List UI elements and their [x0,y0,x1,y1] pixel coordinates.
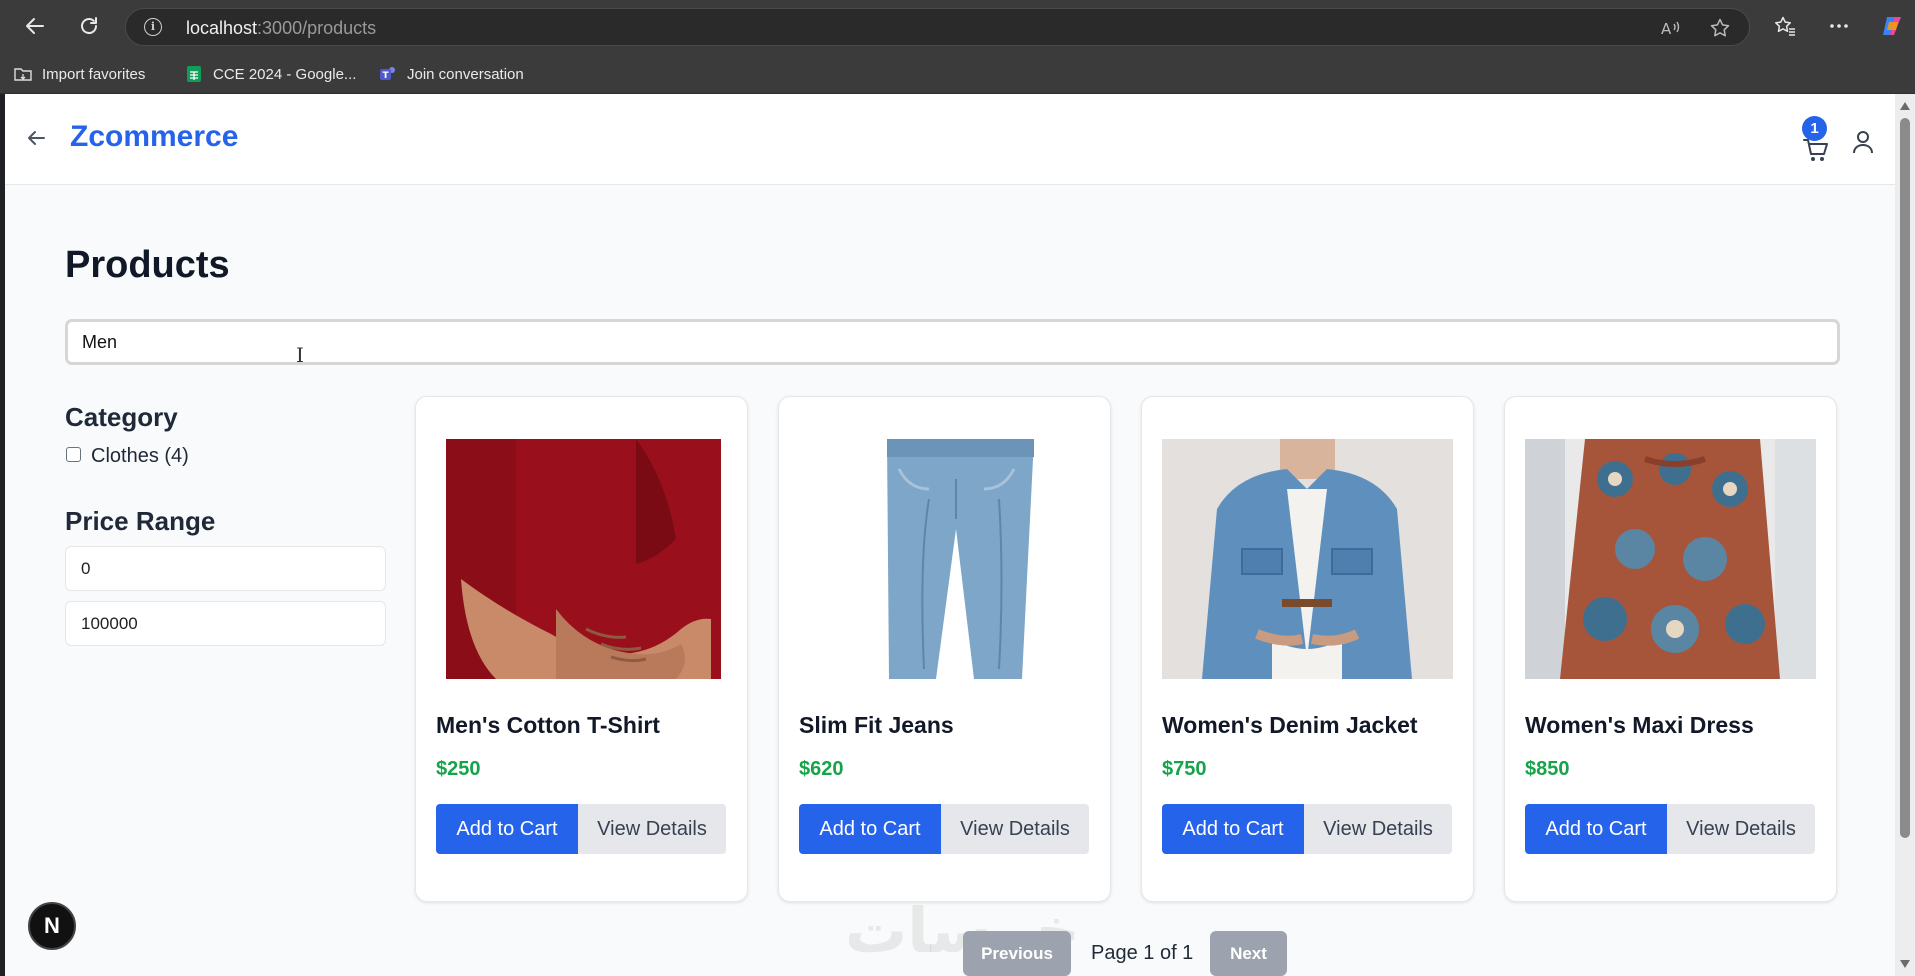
clothes-checkbox[interactable] [66,447,81,462]
site-info-icon[interactable]: i [144,18,162,36]
read-aloud-icon[interactable]: A [1659,16,1683,40]
page-scrollbar[interactable] [1895,94,1915,976]
page-indicator: Page 1 of 1 [1091,942,1194,964]
google-sheets-icon [185,65,203,83]
svg-text:T: T [383,71,390,81]
product-name[interactable]: Women's Denim Jacket [1162,712,1418,739]
category-heading: Category [65,402,178,432]
price-min-input[interactable] [65,546,386,591]
view-details-button[interactable]: View Details [941,804,1089,854]
product-name[interactable]: Women's Maxi Dress [1525,712,1754,739]
add-to-cart-button[interactable]: Add to Cart [1525,804,1667,854]
address-bar[interactable]: i localhost:3000/products A [125,8,1750,46]
price-max-input[interactable] [65,601,386,646]
favorite-label: Join conversation [407,65,524,83]
product-name[interactable]: Slim Fit Jeans [799,712,954,739]
text-cursor-icon: I [296,343,304,367]
browser-toolbar: i localhost:3000/products A [0,0,1915,54]
favorite-label: CCE 2024 - Google... [213,65,357,83]
back-arrow-icon[interactable] [25,127,51,153]
add-to-cart-button[interactable]: Add to Cart [799,804,941,854]
view-details-button[interactable]: View Details [1304,804,1452,854]
price-range-heading: Price Range [65,506,216,536]
add-to-cart-button[interactable]: Add to Cart [1162,804,1304,854]
scroll-down-arrow-icon[interactable] [1900,960,1910,968]
folder-import-icon [14,65,32,83]
product-price: $620 [799,758,844,780]
brand-logo[interactable]: Zcommerce [70,120,238,154]
product-card: Women's Maxi Dress $850 Add to Cart View… [1504,396,1837,902]
search-input[interactable] [65,319,1840,365]
product-price: $850 [1525,758,1570,780]
scroll-up-arrow-icon[interactable] [1900,102,1910,110]
favorite-star-icon[interactable] [1708,16,1732,40]
browser-back-icon[interactable] [20,11,50,41]
product-price: $750 [1162,758,1207,780]
product-card: Slim Fit Jeans $620 Add to Cart View Det… [778,396,1111,902]
product-image-denim-jacket[interactable] [1162,439,1453,679]
refresh-icon[interactable] [74,11,104,41]
next-page-button[interactable]: Next [1210,931,1287,976]
favorites-bar: Import favorites CCE 2024 - Google... T … [0,54,1915,94]
page-viewport: Zcommerce 1 Products I Category Clothes … [5,94,1895,976]
product-name[interactable]: Men's Cotton T-Shirt [436,712,660,739]
previous-page-button[interactable]: Previous [963,931,1071,976]
favorite-import[interactable]: Import favorites [14,62,145,86]
favorite-teams[interactable]: T Join conversation [379,62,524,86]
address-url[interactable]: localhost:3000/products [186,18,376,39]
favorites-icon[interactable] [1770,11,1800,41]
clothes-label[interactable]: Clothes (4) [91,445,189,468]
view-details-button[interactable]: View Details [1667,804,1815,854]
user-icon[interactable] [1852,129,1878,159]
nextjs-dev-badge[interactable]: N [28,902,76,950]
product-image-jeans[interactable] [799,439,1090,679]
url-host: localhost [186,18,258,38]
product-image-maxi-dress[interactable] [1525,439,1816,679]
product-image-tshirt[interactable] [436,439,727,679]
url-path: :3000/products [257,18,377,38]
more-options-icon[interactable] [1824,11,1854,41]
svg-text:A: A [1661,20,1672,37]
favorite-label: Import favorites [42,65,146,83]
view-details-button[interactable]: View Details [578,804,726,854]
add-to-cart-button[interactable]: Add to Cart [436,804,578,854]
scroll-thumb[interactable] [1900,118,1910,838]
product-card: Men's Cotton T-Shirt $250 Add to Cart Vi… [415,396,748,902]
page-title: Products [65,244,230,286]
app-header: Zcommerce 1 [5,94,1895,185]
copilot-icon[interactable] [1877,11,1907,41]
cart-count-badge: 1 [1802,116,1827,141]
teams-icon: T [379,65,397,83]
product-card: Women's Denim Jacket $750 Add to Cart Vi… [1141,396,1474,902]
favorite-sheets[interactable]: CCE 2024 - Google... [185,62,356,86]
product-price: $250 [436,758,481,780]
